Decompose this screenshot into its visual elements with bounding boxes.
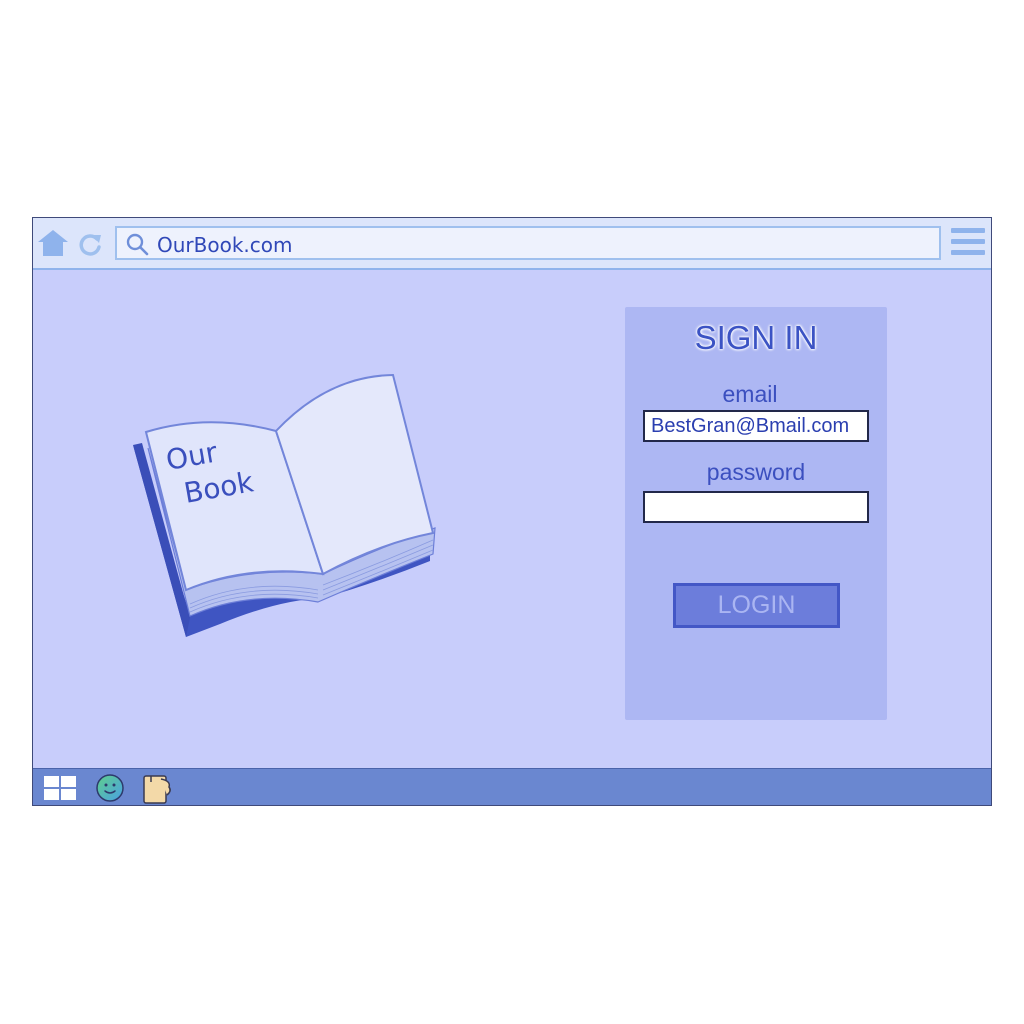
address-bar[interactable]: OurBook.com bbox=[115, 226, 941, 260]
reload-icon[interactable] bbox=[77, 230, 105, 258]
password-label: password bbox=[706, 459, 806, 485]
email-label: email bbox=[722, 381, 778, 407]
signin-title: SIGN IN bbox=[694, 319, 818, 356]
windows-start-icon[interactable] bbox=[43, 775, 77, 801]
smiley-icon[interactable] bbox=[95, 773, 125, 803]
password-field[interactable] bbox=[643, 491, 869, 523]
email-field[interactable] bbox=[643, 410, 869, 442]
signin-panel: SIGN IN email password LOGIN bbox=[625, 307, 887, 720]
search-icon bbox=[126, 233, 149, 256]
url-text: OurBook.com bbox=[157, 233, 293, 257]
hamburger-menu-icon[interactable] bbox=[949, 226, 987, 260]
login-button[interactable]: LOGIN bbox=[673, 583, 840, 628]
browser-toolbar: OurBook.com bbox=[33, 218, 991, 270]
taskbar bbox=[33, 768, 991, 805]
book-illustration: Our Book bbox=[133, 373, 436, 637]
home-icon[interactable] bbox=[36, 228, 70, 258]
browser-window: OurBook.com Our Book SIGN IN email passw… bbox=[32, 217, 992, 806]
notes-icon[interactable] bbox=[141, 773, 175, 805]
